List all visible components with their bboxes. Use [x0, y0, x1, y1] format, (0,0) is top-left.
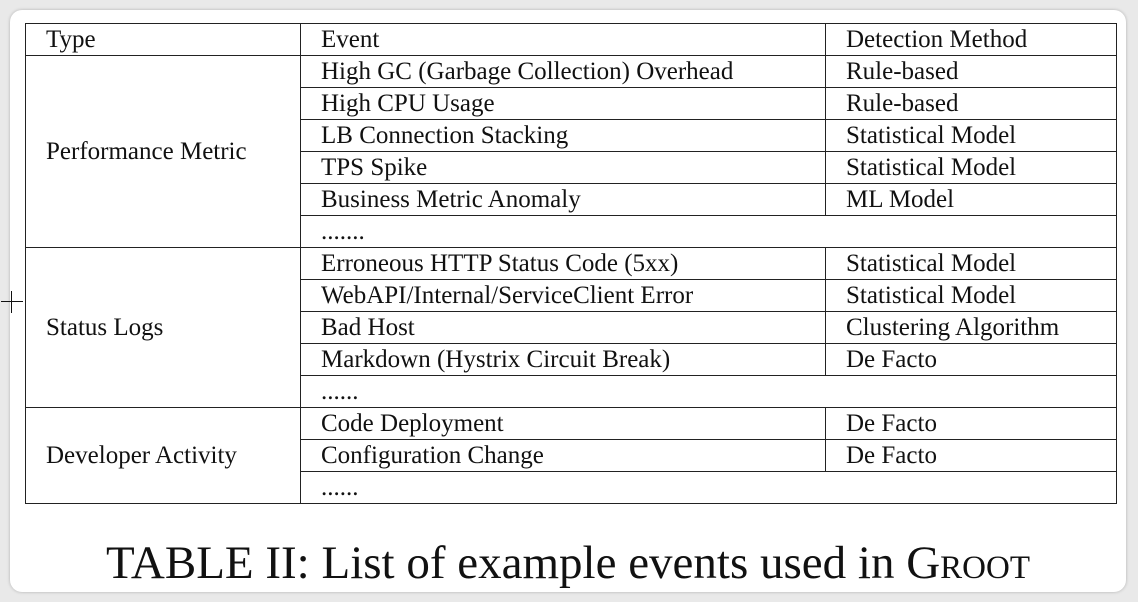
header-detection-method: Detection Method	[825, 23, 1117, 56]
event-cell: Configuration Change	[300, 439, 826, 472]
event-cell: Code Deployment	[300, 407, 826, 440]
event-cell: High GC (Garbage Collection) Overhead	[300, 55, 826, 88]
table-caption: TABLE II: List of example events used in…	[10, 540, 1126, 587]
detection-method-cell: Statistical Model	[825, 119, 1117, 152]
detection-method-cell: De Facto	[825, 343, 1117, 376]
event-cell: Erroneous HTTP Status Code (5xx)	[300, 247, 826, 280]
detection-method-cell: Rule-based	[825, 87, 1117, 120]
event-cell: Bad Host	[300, 311, 826, 344]
detection-method-cell: De Facto	[825, 407, 1117, 440]
detection-method-cell: Statistical Model	[825, 151, 1117, 184]
table-row: Status Logs Erroneous HTTP Status Code (5…	[25, 247, 1117, 408]
type-cell: Status Logs	[25, 247, 301, 408]
event-cell: WebAPI/Internal/ServiceClient Error	[300, 279, 826, 312]
caption-prefix: TABLE II: List of example events used in	[105, 537, 907, 589]
events-table: Type Event Detection Method Performance …	[25, 23, 1117, 504]
document-page: Type Event Detection Method Performance …	[1, 10, 1126, 592]
crosshair-cursor-icon	[1, 291, 23, 313]
event-cell: High CPU Usage	[300, 87, 826, 120]
type-cell: Performance Metric	[25, 55, 301, 248]
detection-method-cell: Statistical Model	[825, 247, 1117, 280]
event-cell: LB Connection Stacking	[300, 119, 826, 152]
event-cell: TPS Spike	[300, 151, 826, 184]
caption-system-name: Groot	[906, 537, 1031, 589]
table-header-row: Type Event Detection Method	[25, 23, 1117, 56]
ellipsis-cell: ......	[300, 471, 1117, 504]
detection-method-cell: ML Model	[825, 183, 1117, 216]
ellipsis-cell: .......	[300, 215, 1117, 248]
detection-method-cell: Statistical Model	[825, 279, 1117, 312]
type-cell: Developer Activity	[25, 407, 301, 504]
detection-method-cell: Rule-based	[825, 55, 1117, 88]
event-cell: Business Metric Anomaly	[300, 183, 826, 216]
table-row: Performance Metric High GC (Garbage Colle…	[25, 55, 1117, 248]
header-type: Type	[25, 23, 301, 56]
detection-method-cell: De Facto	[825, 439, 1117, 472]
table-body: Performance Metric High GC (Garbage Colle…	[25, 55, 1117, 504]
ellipsis-cell: ......	[300, 375, 1117, 408]
detection-method-cell: Clustering Algorithm	[825, 311, 1117, 344]
table-row: Developer Activity Code Deployment De Fact…	[25, 407, 1117, 504]
header-event: Event	[300, 23, 826, 56]
event-cell: Markdown (Hystrix Circuit Break)	[300, 343, 826, 376]
